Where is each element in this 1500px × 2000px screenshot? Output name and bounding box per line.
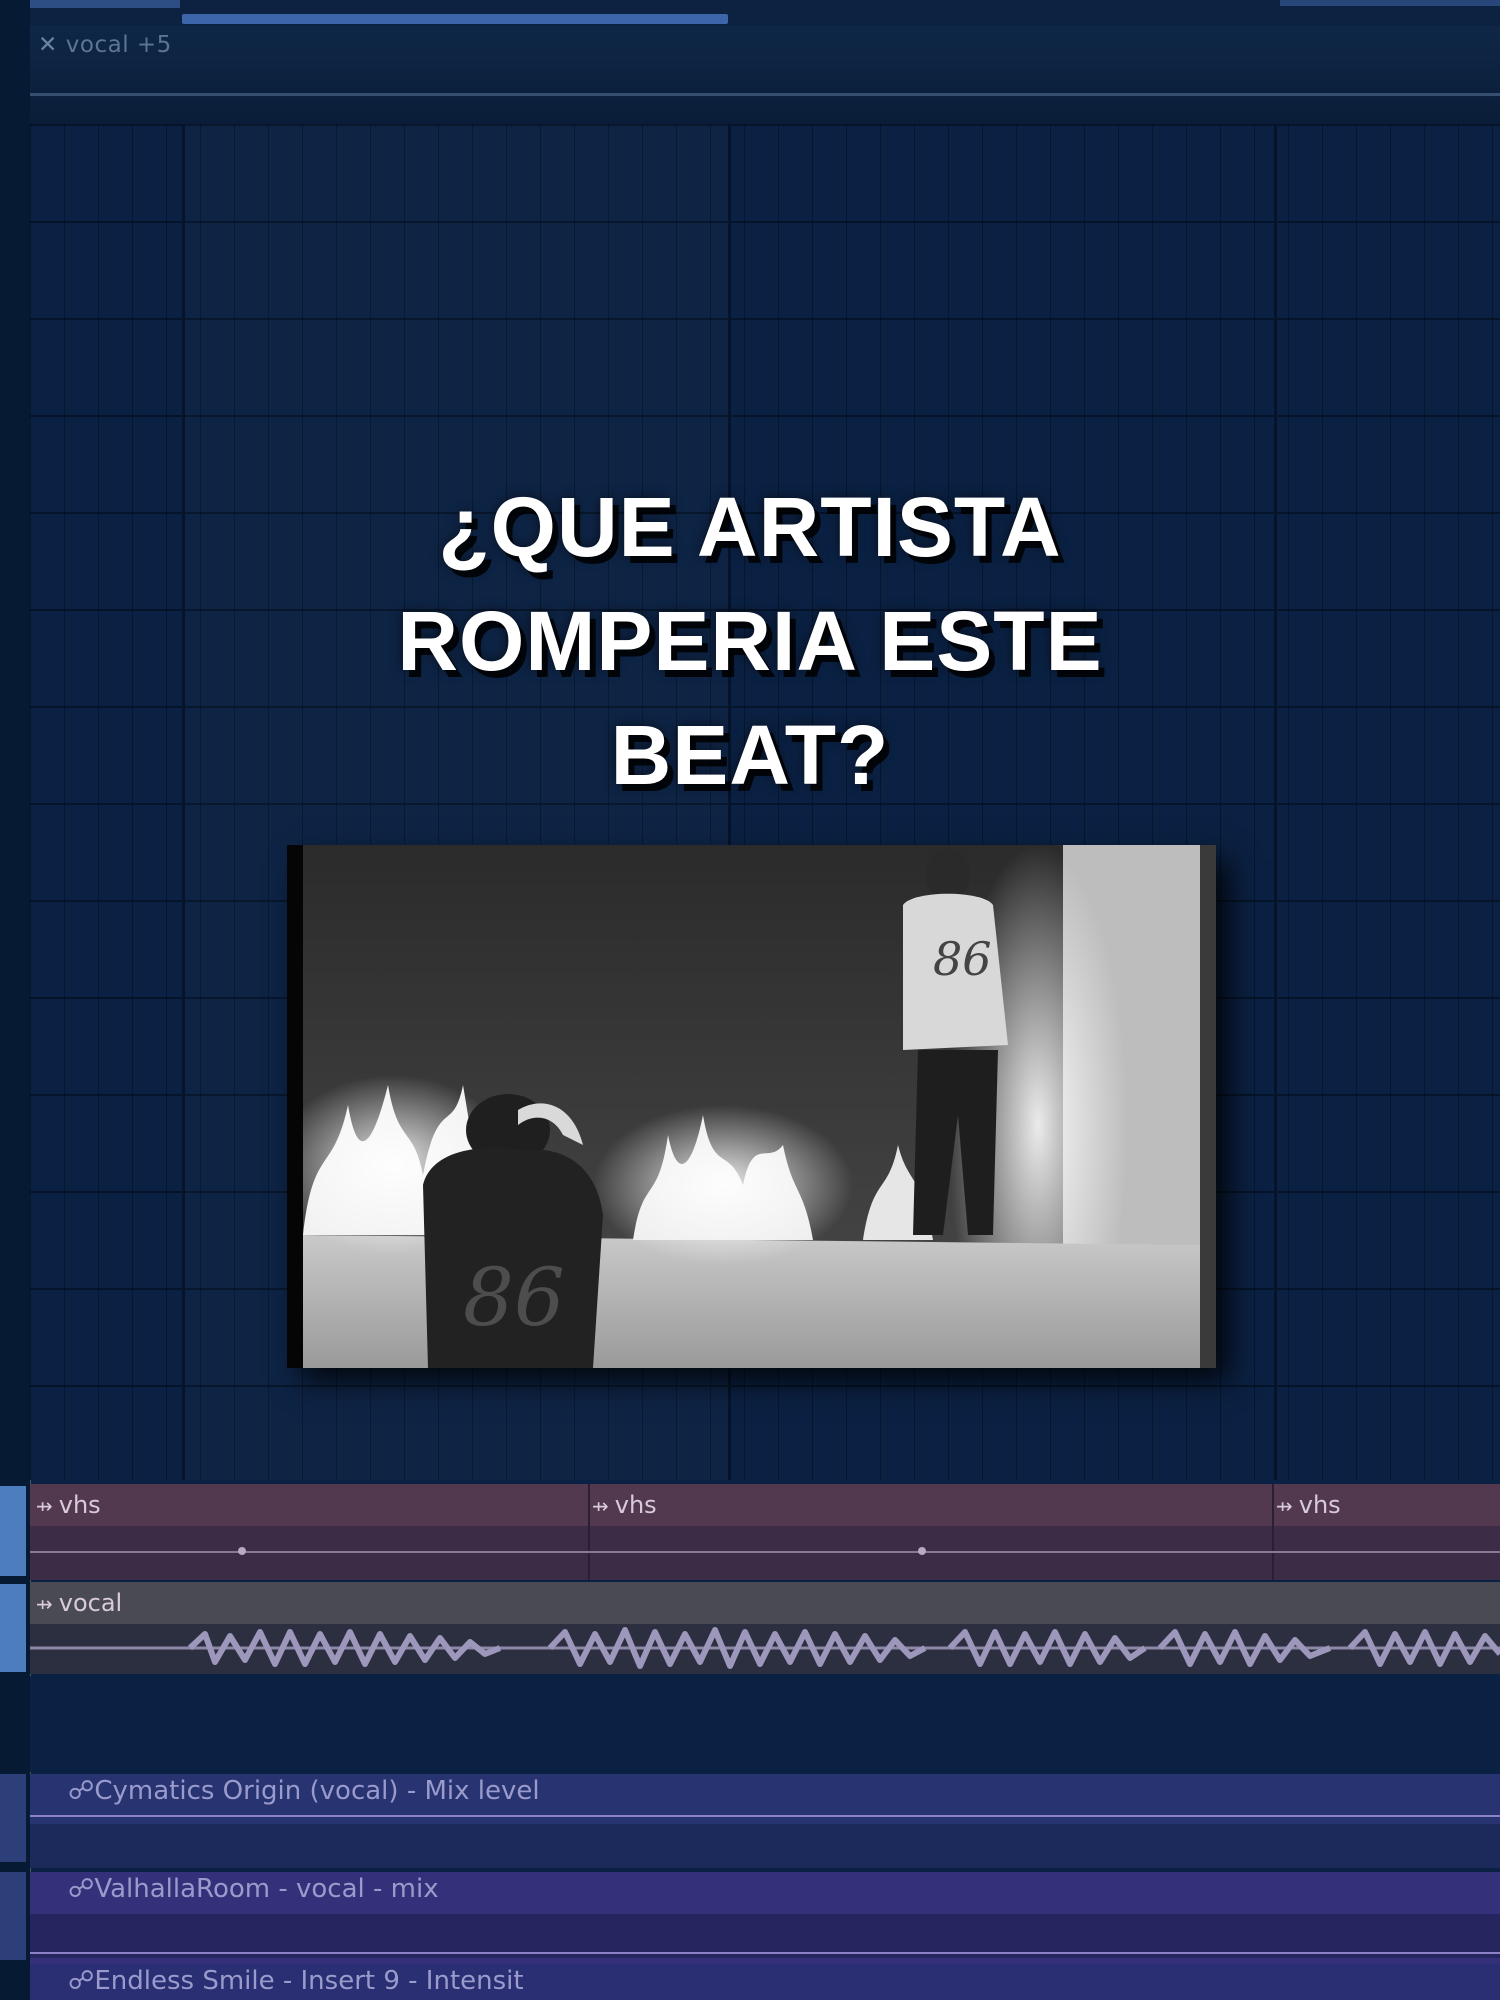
automation-track-marker-1[interactable] bbox=[0, 1774, 26, 1862]
automation-icon: ☍ bbox=[68, 1874, 95, 1904]
vhs-clip-2[interactable]: ⇸ vhs bbox=[592, 1491, 657, 1519]
overlay-title-line-1: ¿QUE ARTISTA bbox=[438, 480, 1062, 574]
clip-menu-icon[interactable]: ⇸ bbox=[36, 1494, 53, 1518]
automation-clip[interactable] bbox=[30, 26, 1500, 128]
vocal-track-selected-marker[interactable] bbox=[0, 1584, 26, 1672]
automation-track-3[interactable]: ☍Endless Smile - Insert 9 - Intensit bbox=[30, 1964, 1500, 2000]
pattern-block[interactable] bbox=[30, 0, 180, 8]
clip-divider bbox=[1272, 1484, 1274, 1580]
video-scene-image: 86 86 bbox=[303, 845, 1200, 1368]
overlay-title-line-2: ROMPERIA ESTE bbox=[397, 594, 1103, 688]
automation-envelope-1[interactable] bbox=[30, 1815, 1500, 1817]
automation-track-marker-2[interactable] bbox=[0, 1872, 26, 1960]
vocal-track-header[interactable]: ⇸ vocal bbox=[30, 1582, 1500, 1624]
vocal-clip[interactable]: ⇸ vocal bbox=[36, 1589, 122, 1617]
automation-label-3: ☍Endless Smile - Insert 9 - Intensit bbox=[68, 1966, 524, 1996]
pattern-block[interactable] bbox=[182, 14, 728, 24]
clip-marker-dot bbox=[238, 1547, 246, 1555]
close-icon[interactable]: ✕ bbox=[38, 32, 58, 58]
overlay-title-line-3: BEAT? bbox=[610, 708, 890, 802]
track-selector-strip[interactable] bbox=[0, 0, 31, 2000]
video-thumbnail: 86 86 bbox=[287, 845, 1216, 1368]
automation-clip-label: ✕ vocal +5 bbox=[38, 32, 172, 58]
empty-track[interactable] bbox=[30, 1676, 1500, 1772]
clip-menu-icon[interactable]: ⇸ bbox=[1276, 1494, 1293, 1518]
svg-text:86: 86 bbox=[933, 932, 992, 986]
grid-bar-line bbox=[182, 124, 185, 1480]
pattern-block[interactable] bbox=[1280, 0, 1500, 6]
vhs-clip-1[interactable]: ⇸ vhs bbox=[36, 1491, 101, 1519]
vocal-waveform bbox=[30, 1627, 1500, 1669]
automation-label-2: ☍ValhallaRoom - vocal - mix bbox=[68, 1874, 439, 1904]
automation-icon: ☍ bbox=[68, 1966, 95, 1996]
clip-menu-icon[interactable]: ⇸ bbox=[36, 1592, 53, 1616]
clip-marker-dot bbox=[918, 1547, 926, 1555]
automation-envelope-line[interactable] bbox=[30, 93, 1500, 96]
vhs-clip-3[interactable]: ⇸ vhs bbox=[1276, 1491, 1341, 1519]
automation-label-1: ☍Cymatics Origin (vocal) - Mix level bbox=[68, 1776, 540, 1806]
automation-track-1-body[interactable] bbox=[30, 1824, 1500, 1868]
clip-menu-icon[interactable]: ⇸ bbox=[592, 1494, 609, 1518]
vhs-track-header[interactable]: ⇸ vhs ⇸ vhs ⇸ vhs bbox=[30, 1484, 1500, 1526]
svg-text:86: 86 bbox=[463, 1251, 565, 1344]
clip-divider bbox=[588, 1484, 590, 1580]
vhs-track-selected-marker[interactable] bbox=[0, 1486, 26, 1576]
grid-bar-line bbox=[1274, 124, 1277, 1480]
automation-envelope-2[interactable] bbox=[30, 1952, 1500, 1954]
automation-icon: ☍ bbox=[68, 1776, 95, 1806]
overlay-title: ¿QUE ARTISTA ROMPERIA ESTE BEAT? bbox=[250, 470, 1250, 812]
vhs-clip-content-line bbox=[30, 1551, 1500, 1553]
